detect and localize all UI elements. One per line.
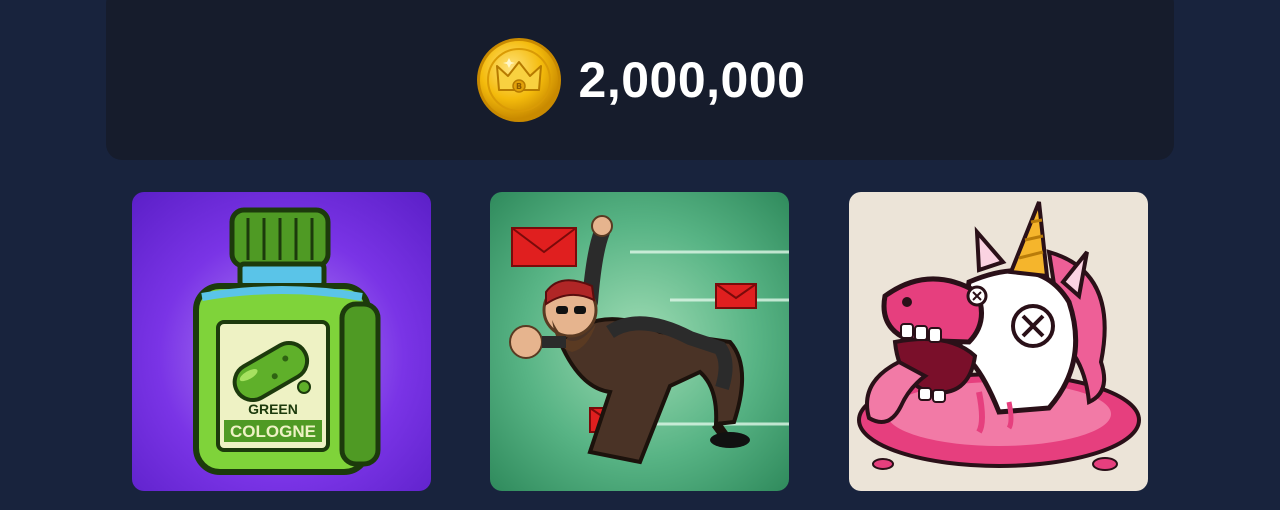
envelope-icon bbox=[511, 227, 577, 267]
page: B 2,000,000 GREEN COLOGNE bbox=[0, 0, 1280, 510]
melting-unicorn-icon bbox=[857, 201, 1141, 471]
card-email-dodger[interactable] bbox=[490, 192, 789, 491]
cologne-label-line1: GREEN bbox=[248, 401, 298, 417]
cologne-label-line2: COLOGNE bbox=[230, 422, 316, 441]
balance-panel: B 2,000,000 bbox=[106, 0, 1174, 160]
balance-display: B 2,000,000 bbox=[475, 36, 806, 124]
card-green-cologne[interactable]: GREEN COLOGNE bbox=[132, 192, 431, 491]
crown-coin-icon: B bbox=[476, 38, 561, 122]
balance-amount: 2,000,000 bbox=[578, 52, 806, 108]
svg-text:B: B bbox=[515, 82, 521, 91]
dodging-man-envelopes-icon bbox=[509, 215, 789, 465]
card-melting-unicorn[interactable] bbox=[849, 192, 1148, 491]
green-cologne-bottle-icon: GREEN COLOGNE bbox=[193, 207, 381, 475]
